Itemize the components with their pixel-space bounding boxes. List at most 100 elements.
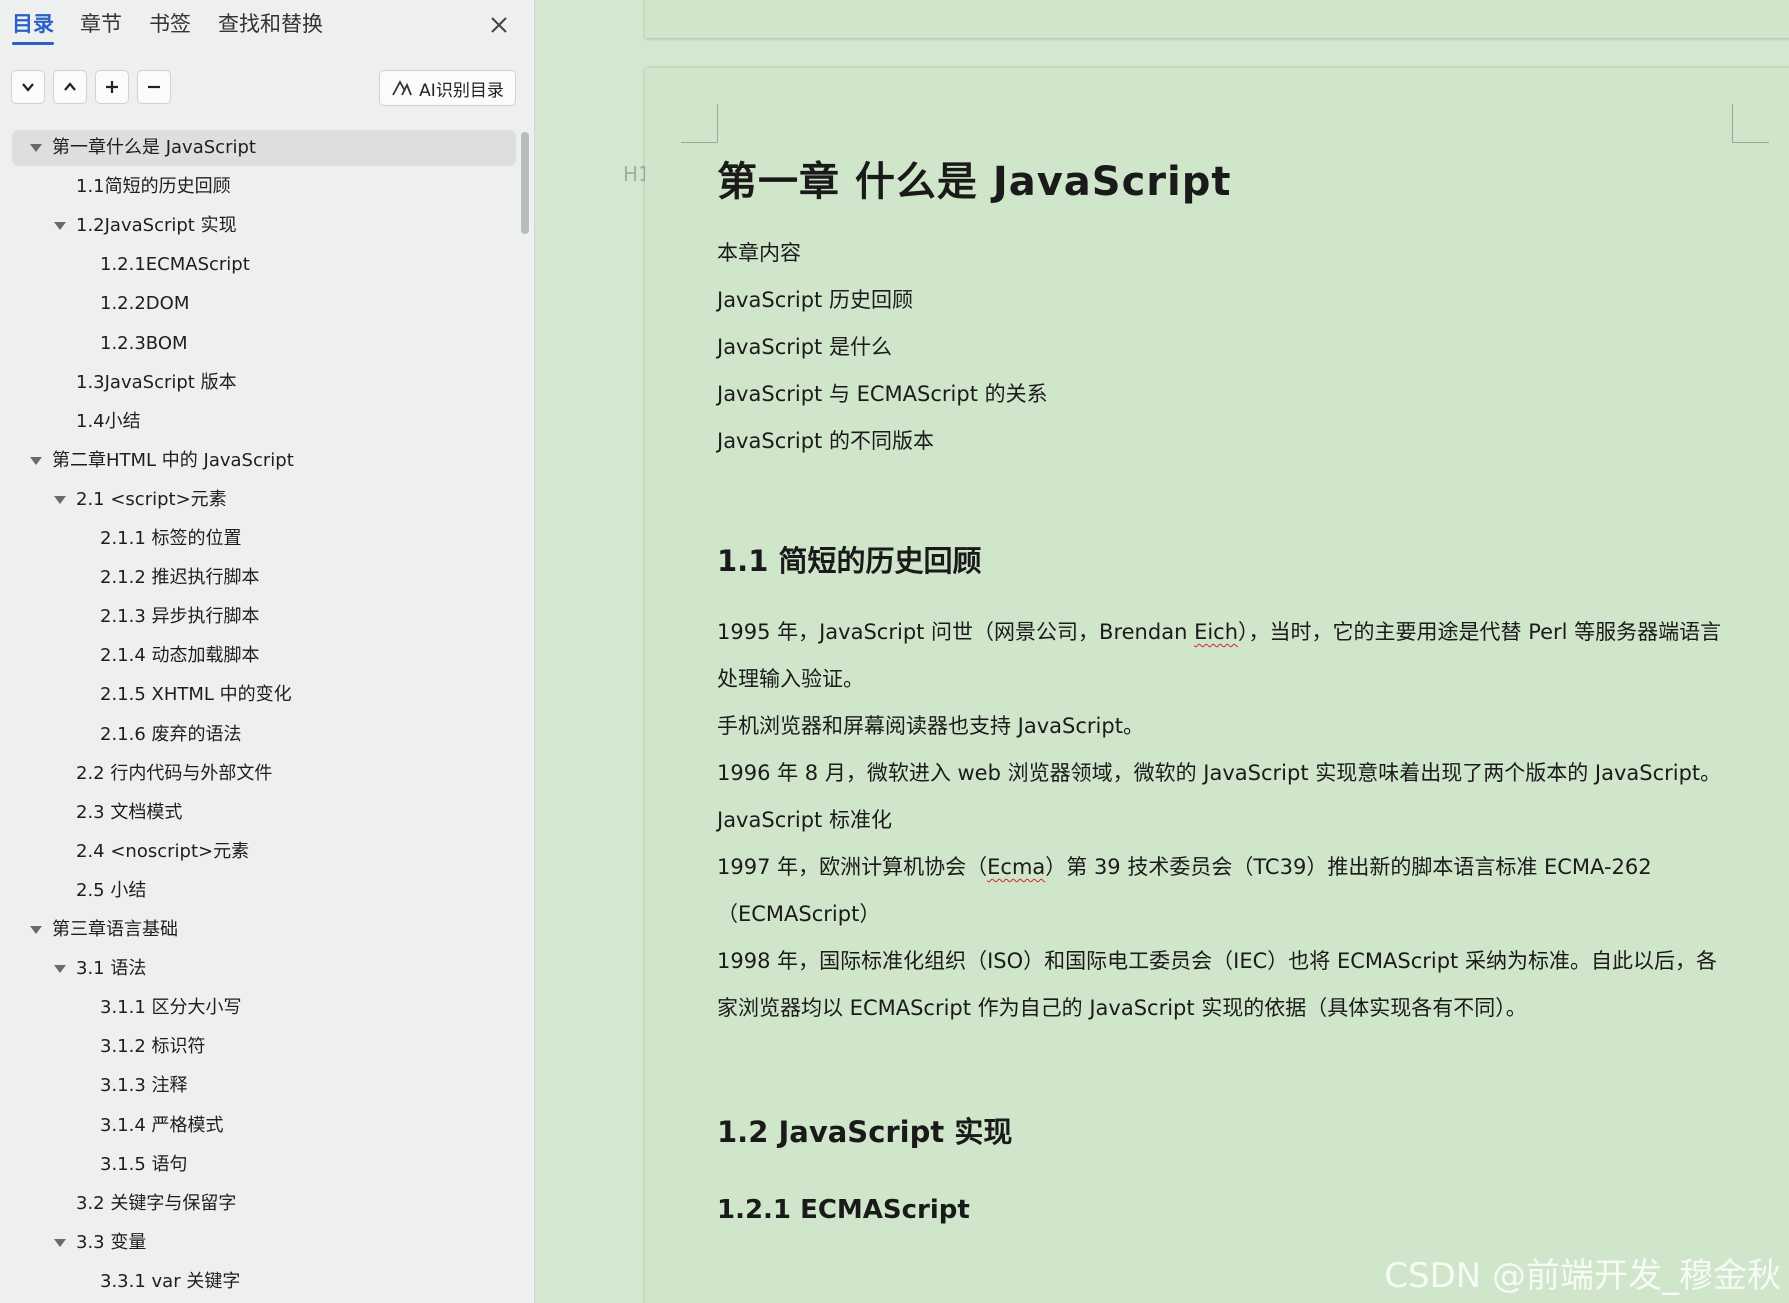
spellcheck-word[interactable]: Ecma bbox=[987, 855, 1045, 879]
paragraph[interactable]: 1995 年，JavaScript 问世（网景公司，Brendan Eich），… bbox=[717, 609, 1727, 703]
toc-item-label: 3.1 语法 bbox=[76, 958, 147, 980]
toc-item[interactable]: 1.1简短的历史回顾 bbox=[12, 169, 516, 205]
caret-down-icon[interactable] bbox=[54, 222, 66, 231]
toc-item-label: 1.2.2DOM bbox=[100, 293, 190, 315]
toc-item-label: 第一章什么是 JavaScript bbox=[52, 137, 256, 158]
ai-recognize-toc-button[interactable]: AI识别目录 bbox=[379, 70, 516, 106]
toc-item-label: 2.1.2 推迟执行脚本 bbox=[100, 567, 260, 589]
toc-item[interactable]: 3.1.4 严格模式 bbox=[12, 1108, 516, 1144]
intro-line[interactable]: 本章内容 bbox=[717, 230, 1727, 277]
paragraph[interactable]: 1998 年，国际标准化组织（ISO）和国际电工委员会（IEC）也将 ECMAS… bbox=[717, 938, 1727, 1032]
toc-item[interactable]: 1.3JavaScript 版本 bbox=[12, 365, 516, 401]
ai-button-label: AI识别目录 bbox=[419, 80, 504, 101]
close-sidebar-button[interactable] bbox=[486, 12, 512, 38]
remove-heading-button[interactable] bbox=[137, 70, 171, 104]
toc-item-label: 第二章HTML 中的 JavaScript bbox=[52, 449, 294, 471]
toc-item[interactable]: 2.3 文档模式 bbox=[12, 795, 516, 831]
toc-sidebar: 目录 章节 书签 查找和替换 AI识别目录 第一章什么是 JavaScript … bbox=[0, 0, 535, 1303]
caret-down-icon[interactable] bbox=[54, 1238, 66, 1247]
toc-scrollbar-thumb[interactable] bbox=[521, 132, 529, 234]
intro-line[interactable]: JavaScript 历史回顾 bbox=[717, 277, 1727, 324]
paragraph[interactable]: JavaScript 标准化 bbox=[717, 797, 1727, 844]
toc-item-label: 3.1.2 标识符 bbox=[100, 1036, 206, 1058]
paragraph[interactable]: 手机浏览器和屏幕阅读器也支持 JavaScript。 bbox=[717, 703, 1727, 750]
chevron-down-icon bbox=[22, 83, 34, 92]
toc-item[interactable]: 2.1.2 推迟执行脚本 bbox=[12, 560, 516, 596]
toc-item[interactable]: 1.2.1ECMAScript bbox=[12, 247, 516, 283]
paragraph-text: 1997 年，欧洲计算机协会（ bbox=[717, 855, 988, 879]
tab-toc[interactable]: 目录 bbox=[12, 10, 54, 45]
toc-item-label: 3.1.4 严格模式 bbox=[100, 1114, 224, 1136]
toc-item-label: 1.4小结 bbox=[76, 410, 141, 432]
move-up-button[interactable] bbox=[53, 70, 87, 104]
toc-item-label: 3.3 变量 bbox=[76, 1231, 147, 1253]
toc-item[interactable]: 第一章什么是 JavaScript bbox=[12, 130, 516, 166]
toc-item[interactable]: 2.4 <noscript>元素 bbox=[12, 834, 516, 870]
intro-line[interactable]: JavaScript 与 ECMAScript 的关系 bbox=[717, 371, 1727, 418]
toc-item[interactable]: 3.3.1 var 关键字 bbox=[12, 1264, 516, 1300]
section-heading-1-2[interactable]: 1.2 JavaScript 实现 bbox=[717, 1112, 1727, 1152]
toc-item[interactable]: 2.2 行内代码与外部文件 bbox=[12, 756, 516, 792]
toc-item-label: 2.1 <script>元素 bbox=[76, 488, 227, 510]
toc-item[interactable]: 第三章语言基础 bbox=[12, 912, 516, 948]
paragraph[interactable]: 1997 年，欧洲计算机协会（Ecma）第 39 技术委员会（TC39）推出新的… bbox=[717, 844, 1727, 938]
toc-item-label: 2.1.4 动态加载脚本 bbox=[100, 645, 260, 667]
intro-line[interactable]: JavaScript 是什么 bbox=[717, 324, 1727, 371]
tab-chapters[interactable]: 章节 bbox=[80, 10, 122, 38]
close-icon bbox=[491, 17, 507, 33]
minus-icon bbox=[148, 85, 160, 89]
caret-down-icon[interactable] bbox=[30, 144, 42, 152]
toc-item-label: 3.1.1 区分大小写 bbox=[100, 997, 242, 1019]
toc-item[interactable]: 1.2JavaScript 实现 bbox=[12, 208, 516, 244]
toc-item[interactable]: 2.1.5 XHTML 中的变化 bbox=[12, 677, 516, 713]
document-content[interactable]: 第一章 什么是 JavaScript 本章内容 JavaScript 历史回顾 … bbox=[717, 150, 1727, 1230]
caret-down-icon[interactable] bbox=[30, 456, 42, 465]
section-heading-1-2-1[interactable]: 1.2.1 ECMAScript bbox=[717, 1190, 1727, 1230]
caret-down-icon[interactable] bbox=[54, 495, 66, 504]
toc-item-label: 1.1简短的历史回顾 bbox=[76, 176, 231, 198]
toc-item[interactable]: 1.2.2DOM bbox=[12, 286, 516, 322]
section-heading-1-1[interactable]: 1.1 简短的历史回顾 bbox=[717, 541, 1727, 581]
toc-item[interactable]: 第二章HTML 中的 JavaScript bbox=[12, 443, 516, 479]
chapter-title[interactable]: 第一章 什么是 JavaScript bbox=[717, 150, 1727, 214]
caret-down-icon[interactable] bbox=[54, 965, 66, 974]
spellcheck-word[interactable]: Eich bbox=[1194, 620, 1238, 644]
toc-item[interactable]: 2.5 小结 bbox=[12, 873, 516, 909]
toc-item[interactable]: 2.1.1 标签的位置 bbox=[12, 521, 516, 557]
document-page[interactable]: 第一章 什么是 JavaScript 本章内容 JavaScript 历史回顾 … bbox=[645, 68, 1789, 1303]
previous-page-edge bbox=[645, 0, 1789, 38]
caret-down-icon[interactable] bbox=[30, 926, 42, 934]
toc-item-label: 3.1.3 注释 bbox=[100, 1075, 188, 1097]
toc-item[interactable]: 3.2 关键字与保留字 bbox=[12, 1186, 516, 1222]
toc-item-label: 1.2.1ECMAScript bbox=[100, 254, 250, 276]
toc-item[interactable]: 2.1 <script>元素 bbox=[12, 482, 516, 518]
toc-item[interactable]: 3.1.1 区分大小写 bbox=[12, 990, 516, 1026]
toc-item-label: 2.1.1 标签的位置 bbox=[100, 528, 242, 549]
toc-item[interactable]: 1.4小结 bbox=[12, 404, 516, 440]
toc-item-label: 2.4 <noscript>元素 bbox=[76, 840, 250, 862]
ai-icon bbox=[392, 80, 413, 96]
tab-bookmarks[interactable]: 书签 bbox=[149, 10, 191, 38]
toc-item[interactable]: 2.1.4 动态加载脚本 bbox=[12, 638, 516, 674]
toc-item[interactable]: 2.1.3 异步执行脚本 bbox=[12, 599, 516, 635]
intro-line[interactable]: JavaScript 的不同版本 bbox=[717, 418, 1727, 465]
add-heading-button[interactable] bbox=[95, 70, 129, 104]
toc-item-label: 2.1.3 异步执行脚本 bbox=[100, 606, 260, 628]
toc-item-label: 2.1.6 废弃的语法 bbox=[100, 723, 242, 745]
paragraph[interactable]: 1996 年 8 月，微软进入 web 浏览器领域，微软的 JavaScript… bbox=[717, 750, 1727, 797]
toc-item-label: 1.2.3BOM bbox=[100, 332, 188, 354]
document-area: H1 第一章 什么是 JavaScript 本章内容 JavaScript 历史… bbox=[535, 0, 1789, 1303]
plus-icon bbox=[106, 81, 118, 93]
tab-find-replace[interactable]: 查找和替换 bbox=[218, 10, 323, 38]
toc-item[interactable]: 3.1.5 语句 bbox=[12, 1147, 516, 1183]
expand-down-button[interactable] bbox=[11, 70, 45, 104]
toc-item[interactable]: 3.1.3 注释 bbox=[12, 1068, 516, 1104]
toc-item-label: 1.3JavaScript 版本 bbox=[76, 371, 237, 393]
toc-item[interactable]: 3.1.2 标识符 bbox=[12, 1029, 516, 1065]
toc-tree: 第一章什么是 JavaScript 1.1简短的历史回顾 1.2JavaScript… bbox=[0, 130, 520, 1303]
toc-item[interactable]: 3.1 语法 bbox=[12, 951, 516, 987]
toc-item-label: 第三章语言基础 bbox=[52, 919, 178, 940]
toc-item[interactable]: 3.3 变量 bbox=[12, 1225, 516, 1261]
toc-item[interactable]: 2.1.6 废弃的语法 bbox=[12, 717, 516, 753]
toc-item[interactable]: 1.2.3BOM bbox=[12, 326, 516, 362]
